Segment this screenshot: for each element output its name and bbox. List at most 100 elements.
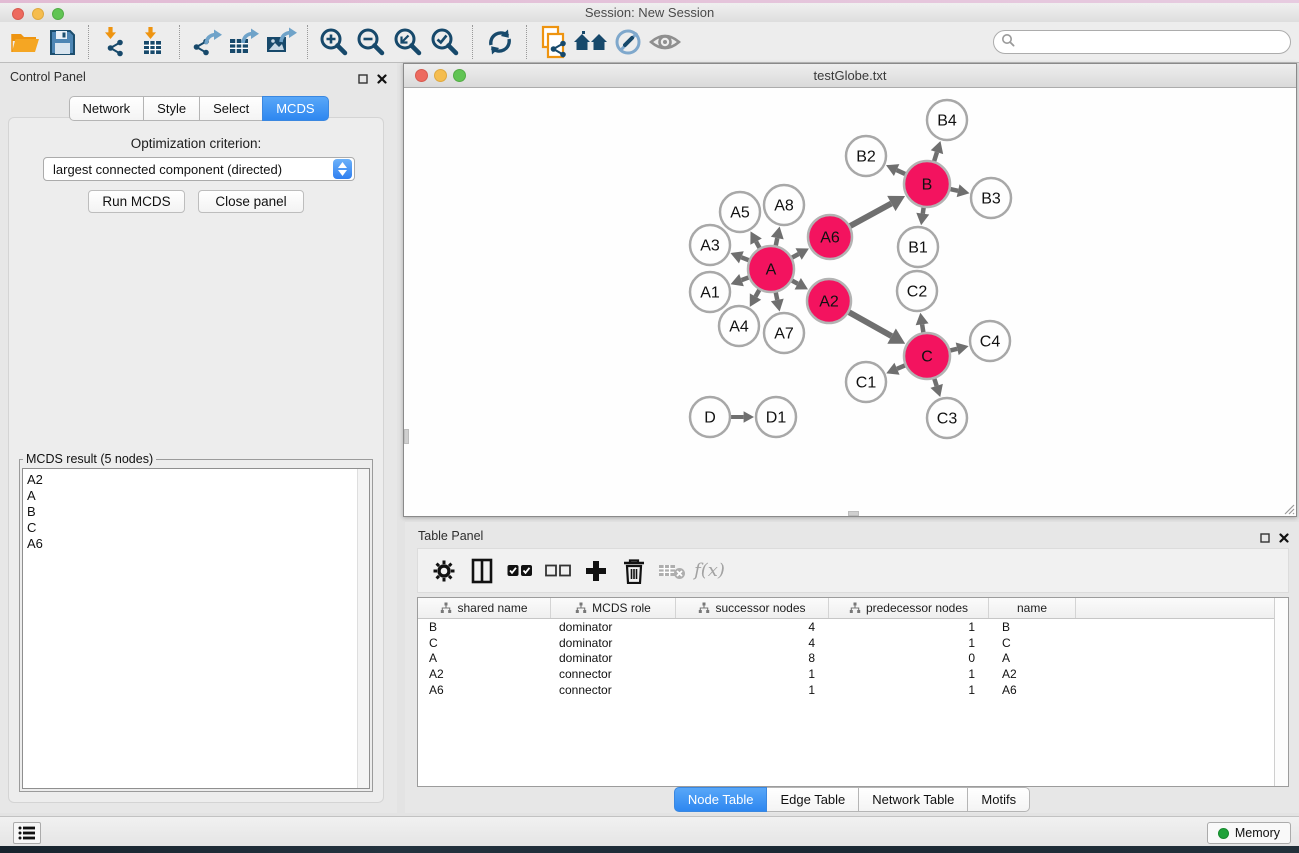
app-titlebar[interactable]: Session: New Session xyxy=(0,3,1299,22)
network-close-button[interactable] xyxy=(415,69,428,82)
table-row[interactable]: Bdominator41B xyxy=(418,619,1288,635)
table-scrollbar[interactable] xyxy=(1274,598,1288,786)
zoom-in-button[interactable] xyxy=(316,24,353,61)
graph-node-A3[interactable]: A3 xyxy=(690,225,730,265)
export-table-button[interactable] xyxy=(225,24,262,61)
minimize-window-button[interactable] xyxy=(32,8,44,20)
zoom-fit-button[interactable] xyxy=(390,24,427,61)
result-scrollbar[interactable] xyxy=(357,469,369,788)
columns-button[interactable] xyxy=(466,554,497,588)
show-hide-button[interactable] xyxy=(646,24,683,61)
graph-node-B3[interactable]: B3 xyxy=(971,178,1011,218)
tab-edge-table[interactable]: Edge Table xyxy=(766,787,859,812)
graph-node-A5[interactable]: A5 xyxy=(720,192,760,232)
mcds-result-item[interactable]: A6 xyxy=(27,536,369,552)
table-header-row: shared nameMCDS rolesuccessor nodesprede… xyxy=(418,598,1288,619)
export-image-button[interactable] xyxy=(262,24,299,61)
add-column-button[interactable] xyxy=(580,554,611,588)
tab-motifs[interactable]: Motifs xyxy=(967,787,1030,812)
graph-node-C3[interactable]: C3 xyxy=(927,398,967,438)
resize-grip-icon[interactable] xyxy=(1281,501,1295,515)
network-minimize-button[interactable] xyxy=(434,69,447,82)
close-window-button[interactable] xyxy=(12,8,24,20)
network-zoom-button[interactable] xyxy=(453,69,466,82)
tab-mcds[interactable]: MCDS xyxy=(262,96,328,121)
graph-node-B[interactable]: B xyxy=(904,161,950,207)
import-table-button[interactable] xyxy=(134,24,171,61)
deselect-all-button[interactable] xyxy=(542,554,573,588)
zoom-out-button[interactable] xyxy=(353,24,390,61)
graph-node-A7[interactable]: A7 xyxy=(764,313,804,353)
task-history-button[interactable] xyxy=(13,822,41,844)
delete-column-button[interactable] xyxy=(618,554,649,588)
toggle-graphics-details-button[interactable] xyxy=(609,24,646,61)
table-row[interactable]: A6connector11A6 xyxy=(418,682,1288,698)
graph-node-B2[interactable]: B2 xyxy=(846,136,886,176)
tab-style[interactable]: Style xyxy=(143,96,200,121)
horizontal-scroll-thumb[interactable] xyxy=(848,511,859,516)
float-panel-icon[interactable] xyxy=(358,71,368,89)
search-field[interactable] xyxy=(993,30,1291,54)
tab-network[interactable]: Network xyxy=(68,96,144,121)
graph-node-A8[interactable]: A8 xyxy=(764,185,804,225)
column-header-shared-name[interactable]: shared name xyxy=(418,598,551,618)
run-mcds-button[interactable]: Run MCDS xyxy=(88,190,185,213)
network-window-titlebar[interactable]: testGlobe.txt xyxy=(404,64,1296,88)
tab-select[interactable]: Select xyxy=(199,96,263,121)
graph-node-C1[interactable]: C1 xyxy=(846,362,886,402)
svg-text:A: A xyxy=(766,262,777,279)
search-input[interactable] xyxy=(1015,35,1290,50)
mcds-result-item[interactable]: A xyxy=(27,488,369,504)
graph-node-B4[interactable]: B4 xyxy=(927,100,967,140)
select-all-button[interactable] xyxy=(504,554,535,588)
close-table-panel-icon[interactable] xyxy=(1279,530,1289,548)
graph-node-A[interactable]: A xyxy=(748,246,794,292)
vertical-scroll-thumb[interactable] xyxy=(404,429,409,444)
graph-node-A6[interactable]: A6 xyxy=(808,215,852,259)
import-network-button[interactable] xyxy=(97,24,134,61)
memory-button[interactable]: Memory xyxy=(1207,822,1291,844)
graph-node-A2[interactable]: A2 xyxy=(807,279,851,323)
gear-button[interactable] xyxy=(428,554,459,588)
mcds-result-item[interactable]: B xyxy=(27,504,369,520)
export-network-button[interactable] xyxy=(188,24,225,61)
graph-node-C4[interactable]: C4 xyxy=(970,321,1010,361)
graph-node-C2[interactable]: C2 xyxy=(897,271,937,311)
graph-node-A1[interactable]: A1 xyxy=(690,272,730,312)
network-canvas[interactable]: B4 B2 B B3 A5A8A6 A3 B1 A A1 C2 A2 A4A7 C4 C C1 C3 D D1 xyxy=(404,88,1296,516)
column-header-MCDS-role[interactable]: MCDS role xyxy=(551,598,676,618)
column-header-name[interactable]: name xyxy=(989,598,1076,618)
table-row[interactable]: A2connector11A2 xyxy=(418,666,1288,682)
float-table-panel-icon[interactable] xyxy=(1260,530,1270,548)
criterion-dropdown[interactable]: largest connected component (directed) xyxy=(43,157,355,181)
svg-text:B4: B4 xyxy=(937,113,957,130)
close-panel-button[interactable]: Close panel xyxy=(198,190,304,213)
save-session-button[interactable] xyxy=(43,24,80,61)
graph-node-C[interactable]: C xyxy=(904,333,950,379)
refresh-button[interactable] xyxy=(481,24,518,61)
graph-node-D1[interactable]: D1 xyxy=(756,397,796,437)
column-header-predecessor-nodes[interactable]: predecessor nodes xyxy=(829,598,989,618)
graph-node-A4[interactable]: A4 xyxy=(719,306,759,346)
mcds-panel: Optimization criterion: largest connecte… xyxy=(8,117,384,803)
zoom-selected-button[interactable] xyxy=(427,24,464,61)
mcds-result-item[interactable]: C xyxy=(27,520,369,536)
zoom-window-button[interactable] xyxy=(52,8,64,20)
table-row[interactable]: Cdominator41C xyxy=(418,635,1288,651)
home-button[interactable] xyxy=(572,24,609,61)
cell-successor-nodes: 1 xyxy=(676,667,829,681)
tab-network-table[interactable]: Network Table xyxy=(858,787,968,812)
close-panel-icon[interactable] xyxy=(377,71,387,89)
cell-name: B xyxy=(989,620,1076,634)
node-table[interactable]: shared nameMCDS rolesuccessor nodesprede… xyxy=(417,597,1289,787)
open-file-button[interactable] xyxy=(6,24,43,61)
table-row[interactable]: Adominator80A xyxy=(418,651,1288,667)
mcds-result-item[interactable]: A2 xyxy=(27,472,369,488)
network-graph[interactable]: B4 B2 B B3 A5A8A6 A3 B1 A A1 C2 A2 A4A7 C4 C C1 C3 D D1 xyxy=(404,88,1296,516)
graph-node-B1[interactable]: B1 xyxy=(898,227,938,267)
network-document-button[interactable] xyxy=(535,24,572,61)
mcds-result-list[interactable]: A2ABCA6 xyxy=(22,468,370,789)
column-header-successor-nodes[interactable]: successor nodes xyxy=(676,598,829,618)
graph-node-D[interactable]: D xyxy=(690,397,730,437)
tab-node-table[interactable]: Node Table xyxy=(674,787,768,812)
